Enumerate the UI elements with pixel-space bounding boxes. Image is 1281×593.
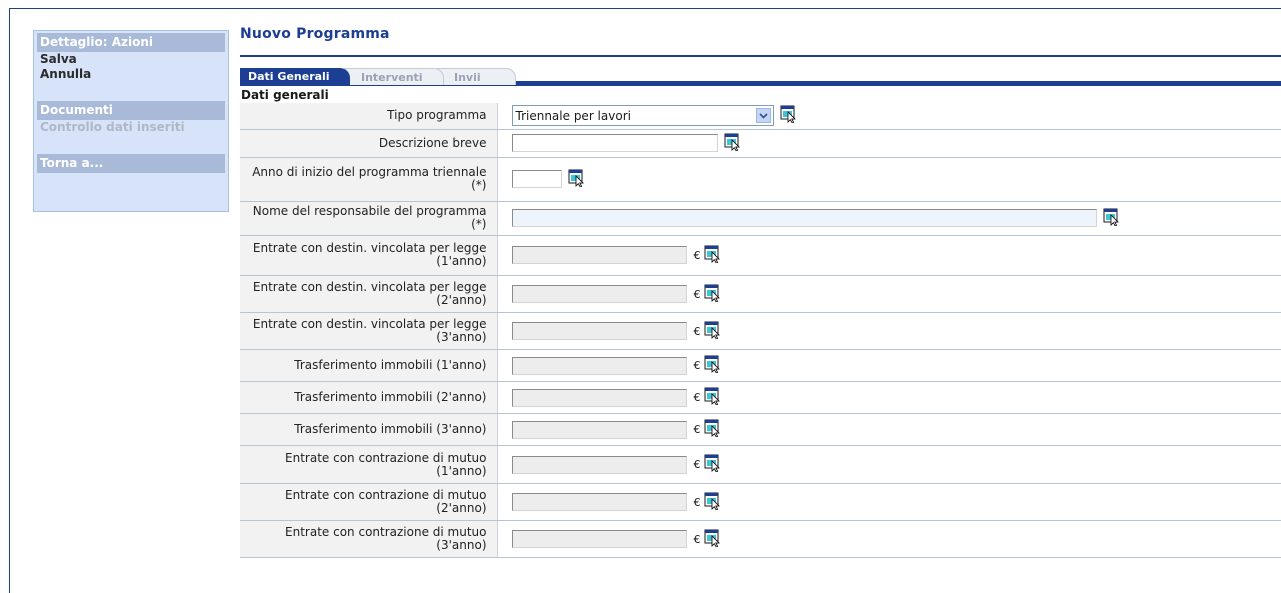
currency-symbol: € [693, 495, 701, 509]
descrizione-breve-input[interactable] [511, 134, 718, 152]
sidebar-header-documents: Documenti [37, 101, 225, 120]
currency-symbol: € [693, 532, 701, 546]
help-pointer-icon[interactable] [704, 284, 722, 305]
currency-symbol: € [693, 458, 701, 471]
tab-invii[interactable]: Invii [436, 68, 516, 85]
currency-symbol: € [693, 359, 701, 372]
help-pointer-icon[interactable] [780, 105, 798, 126]
title-divider [240, 55, 1281, 57]
euro-amount-input[interactable] [511, 322, 687, 340]
help-pointer-icon[interactable] [704, 454, 722, 475]
currency-symbol: € [693, 287, 701, 301]
field-label: Descrizione breve [240, 129, 498, 158]
form-row-euro: Entrate con destin. vincolata per legge … [240, 275, 1281, 313]
cancel-link[interactable]: Annulla [37, 67, 228, 82]
help-pointer-icon[interactable] [704, 245, 722, 266]
form-row-euro: Trasferimento immobili (3'anno) € [240, 413, 1281, 446]
help-pointer-icon[interactable] [724, 133, 742, 154]
euro-amount-input[interactable] [511, 493, 687, 511]
euro-amount-input[interactable] [511, 285, 687, 303]
help-pointer-icon[interactable] [1103, 208, 1121, 229]
main-content: Nuovo Programma Invii Interventi Dati Ge… [240, 24, 1281, 558]
help-pointer-icon[interactable] [704, 529, 722, 550]
field-label: Tipo programma [240, 103, 498, 130]
euro-amount-input[interactable] [511, 455, 687, 474]
form-row-anno: Anno di inizio del programma triennale (… [240, 157, 1281, 202]
save-link[interactable]: Salva [37, 52, 228, 67]
sidebar-header-back[interactable]: Torna a... [37, 154, 225, 173]
field-label: Entrate con contrazione di mutuo (1'anno… [240, 445, 498, 484]
check-data-link: Controllo dati inseriti [40, 120, 185, 134]
form-row-euro: Entrate con destin. vincolata per legge … [240, 312, 1281, 350]
field-label: Trasferimento immobili (1'anno) [240, 349, 498, 382]
form-row-euro: Trasferimento immobili (2'anno) € [240, 381, 1281, 414]
help-pointer-icon[interactable] [704, 492, 722, 513]
select-value: Triennale per lavori [515, 108, 631, 123]
field-label: Trasferimento immobili (3'anno) [240, 413, 498, 446]
currency-symbol: € [693, 324, 701, 338]
form-table: Tipo programma Triennale per lavori Desc… [240, 103, 1281, 236]
field-label: Nome del responsabile del programma (*) [240, 201, 498, 236]
field-label: Entrate con destin. vincolata per legge … [240, 235, 498, 276]
field-label: Entrate con contrazione di mutuo (2'anno… [240, 483, 498, 521]
form-row-euro: Entrate con destin. vincolata per legge … [240, 235, 1281, 276]
tipo-programma-select[interactable]: Triennale per lavori [511, 105, 774, 127]
euro-amount-input[interactable] [511, 530, 687, 548]
currency-symbol: € [693, 423, 701, 436]
form-row-tipo: Tipo programma Triennale per lavori [240, 103, 1281, 130]
nome-responsabile-input[interactable] [511, 209, 1097, 227]
help-pointer-icon[interactable] [704, 419, 722, 440]
help-pointer-icon[interactable] [568, 169, 586, 190]
page-title: Nuovo Programma [240, 26, 390, 42]
tab-bar: Invii Interventi Dati Generali [240, 64, 1281, 86]
currency-symbol: € [693, 391, 701, 404]
field-label: Entrate con destin. vincolata per legge … [240, 312, 498, 350]
euro-amount-input[interactable] [511, 246, 687, 265]
section-title: Dati generali [241, 88, 329, 102]
form-row-euro: Trasferimento immobili (1'anno) € [240, 349, 1281, 382]
sidebar-header-actions: Dettaglio: Azioni [37, 33, 225, 52]
currency-symbol: € [693, 248, 701, 262]
field-label: Trasferimento immobili (2'anno) [240, 381, 498, 414]
field-label: Anno di inizio del programma triennale (… [240, 157, 498, 202]
euro-amount-input[interactable] [511, 388, 687, 407]
form-row-euro: Entrate con contrazione di mutuo (2'anno… [240, 483, 1281, 521]
form-row-responsabile: Nome del responsabile del programma (*) [240, 201, 1281, 236]
euro-table: Entrate con destin. vincolata per legge … [240, 235, 1281, 558]
anno-inizio-input[interactable] [511, 170, 562, 188]
help-pointer-icon[interactable] [704, 321, 722, 342]
euro-amount-input[interactable] [511, 420, 687, 439]
field-label: Entrate con contrazione di mutuo (3'anno… [240, 520, 498, 558]
sidebar: Dettaglio: Azioni Salva Annulla Document… [33, 30, 229, 212]
tab-interventi[interactable]: Interventi [344, 68, 444, 85]
field-label: Entrate con destin. vincolata per legge … [240, 275, 498, 313]
tab-dati-generali[interactable]: Dati Generali [240, 68, 350, 85]
form-row-descrizione: Descrizione breve [240, 129, 1281, 158]
help-pointer-icon[interactable] [704, 355, 722, 376]
form-row-euro: Entrate con contrazione di mutuo (3'anno… [240, 520, 1281, 558]
euro-amount-input[interactable] [511, 356, 687, 375]
help-pointer-icon[interactable] [704, 387, 722, 408]
form-row-euro: Entrate con contrazione di mutuo (1'anno… [240, 445, 1281, 484]
chevron-down-icon[interactable] [755, 108, 771, 124]
